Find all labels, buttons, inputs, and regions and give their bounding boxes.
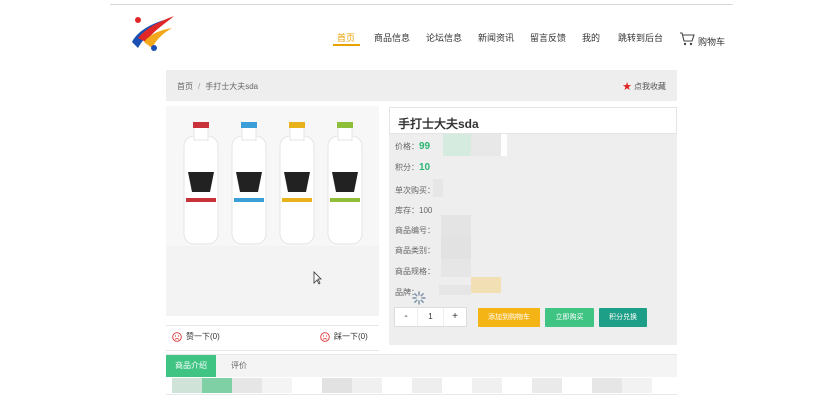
price-row: 价格：99	[395, 141, 430, 152]
quantity-stepper: - 1 +	[394, 307, 467, 327]
site-logo[interactable]	[128, 12, 176, 52]
nav-item-news[interactable]: 新闻资讯	[478, 31, 514, 44]
buy-now-button[interactable]: 立即购买	[545, 308, 594, 327]
like-label: 赞一下(0)	[186, 332, 220, 341]
single-limit-row: 单次购买：	[395, 185, 435, 196]
redacted-block	[412, 378, 442, 393]
breadcrumb: 首页 / 手打士大夫sda	[177, 81, 258, 92]
spec-label: 商品规格：	[395, 267, 435, 276]
points-label: 积分：	[395, 163, 419, 172]
nav-item-mine[interactable]: 我的	[582, 31, 600, 44]
spec-row: 商品规格：	[395, 266, 435, 277]
points-value: 10	[419, 162, 431, 173]
redacted-block	[532, 378, 562, 393]
detail-tabs: 商品介绍 评价	[166, 354, 677, 377]
category-row: 商品类别：	[395, 245, 435, 256]
cart-icon	[680, 31, 695, 45]
breadcrumb-separator: /	[198, 82, 201, 91]
nav-active-underline	[333, 44, 360, 46]
redacted-block	[232, 378, 262, 393]
nav-item-feedback[interactable]: 留言反馈	[530, 31, 566, 44]
add-to-cart-button[interactable]: 添加到购物车	[478, 308, 540, 327]
tab-content-preview	[166, 377, 677, 395]
breadcrumb-home[interactable]: 首页	[177, 82, 193, 91]
points-row: 积分：10	[395, 162, 430, 173]
redacted-block	[172, 378, 202, 393]
favorite-button[interactable]: ★ 点我收藏	[622, 80, 666, 93]
price-label: 价格：	[395, 142, 419, 151]
dislike-button[interactable]: 踩一下(0)	[320, 331, 368, 342]
stock-value: 100	[419, 206, 433, 215]
breadcrumb-bar: 首页 / 手打士大夫sda ★ 点我收藏	[166, 70, 677, 101]
stock-label: 库存：	[395, 206, 419, 215]
redacted-block	[472, 378, 502, 393]
cart-link[interactable]: 购物车	[679, 29, 725, 48]
favorite-label: 点我收藏	[634, 82, 666, 91]
product-title: 手打士大夫sda	[398, 117, 479, 131]
redacted-block	[439, 285, 471, 295]
redacted-block	[443, 134, 471, 156]
top-divider	[110, 4, 733, 5]
nav-item-home[interactable]: 首页	[337, 31, 355, 44]
mouse-cursor-icon	[313, 271, 322, 285]
loading-spinner-icon	[412, 291, 426, 305]
like-button[interactable]: 赞一下(0)	[172, 331, 220, 342]
sad-face-icon	[172, 331, 182, 342]
redacted-block	[592, 378, 622, 393]
stock-row: 库存：100	[395, 205, 432, 216]
cart-label: 购物车	[698, 37, 726, 47]
redacted-block	[501, 134, 507, 156]
breadcrumb-current: 手打士大夫sda	[205, 82, 259, 91]
code-label: 商品编号：	[395, 226, 435, 235]
redacted-block	[471, 134, 501, 156]
redacted-block	[441, 259, 471, 277]
product-image	[166, 106, 379, 246]
category-label: 商品类别：	[395, 246, 435, 255]
redacted-block	[433, 179, 443, 197]
product-title-bar: 手打士大夫sda	[389, 107, 677, 134]
redacted-block	[471, 277, 501, 293]
product-gallery	[166, 106, 379, 316]
redacted-block	[441, 237, 471, 259]
star-icon: ★	[622, 81, 632, 93]
quantity-decrement-button[interactable]: -	[395, 308, 417, 326]
dislike-label: 踩一下(0)	[334, 332, 368, 341]
redeem-points-button[interactable]: 积分兑换	[599, 308, 647, 327]
tab-product-intro[interactable]: 商品介绍	[166, 355, 216, 377]
redacted-block	[622, 378, 652, 393]
sad-face-icon	[320, 331, 330, 342]
single-limit-label: 单次购买：	[395, 186, 435, 195]
nav-item-products[interactable]: 商品信息	[374, 31, 410, 44]
quantity-increment-button[interactable]: +	[444, 308, 466, 326]
redacted-block	[352, 378, 382, 393]
quantity-input[interactable]: 1	[417, 308, 444, 326]
vote-row: 赞一下(0) 踩一下(0)	[166, 325, 379, 351]
redacted-block	[202, 378, 232, 393]
nav-item-forum[interactable]: 论坛信息	[426, 31, 462, 44]
redacted-block	[322, 378, 352, 393]
nav-item-admin[interactable]: 跳转到后台	[618, 31, 663, 44]
redacted-block	[262, 378, 292, 393]
price-value: 99	[419, 141, 431, 152]
code-row: 商品编号：	[395, 225, 435, 236]
tab-reviews[interactable]: 评价	[224, 355, 254, 377]
redacted-block	[441, 215, 471, 237]
